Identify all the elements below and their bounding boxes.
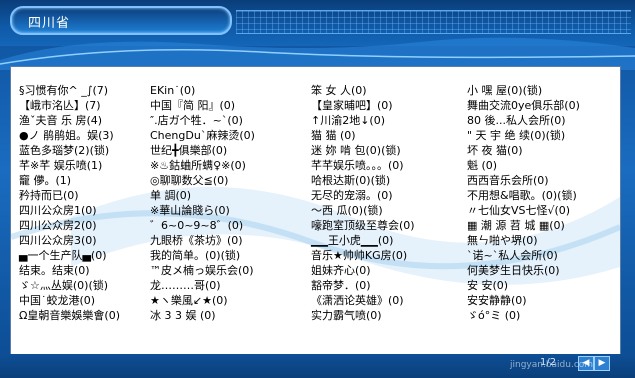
room-item[interactable]: 冰 3 3 娱 (0) bbox=[146, 308, 303, 323]
room-item[interactable]: 嚎跑室顶级至尊会(0) bbox=[303, 218, 459, 233]
room-item[interactable]: 我的简单。(0)(锁) bbox=[146, 248, 303, 263]
room-item[interactable]: 【皇家晡吧】(0) bbox=[303, 98, 459, 113]
room-item[interactable]: 豁帝梦．(0) bbox=[303, 278, 459, 293]
room-item[interactable]: ※♨鈷蛐所螨♀※(0) bbox=[146, 158, 303, 173]
room-item[interactable]: ゛6~0~9~8゛(0) bbox=[146, 218, 303, 233]
room-item[interactable]: ●ノ 鹃鹃姐。娱(3) bbox=[11, 128, 146, 143]
room-item[interactable]: EKin˙(0) bbox=[146, 83, 303, 98]
room-item[interactable]: 小 嘿 屋(0)(锁) bbox=[459, 83, 620, 98]
room-item[interactable]: 四川公众房2(0) bbox=[11, 218, 146, 233]
room-list: §习惯有你^ _∫(7) EKin˙(0) 笨 女 人(0) 小 嘿 屋(0)(锁) 【… bbox=[11, 83, 620, 341]
room-item[interactable]: 芊※芊 娱乐喷(1) bbox=[11, 158, 146, 173]
room-item[interactable]: ▄一个生产队▄(0) bbox=[11, 248, 146, 263]
room-item[interactable]: 不用想&唱歌。(0)(锁) bbox=[459, 188, 620, 203]
room-item[interactable]: ™皮メ楠っ娱乐会(0) bbox=[146, 263, 303, 278]
room-item[interactable]: 龙………哥(0) bbox=[146, 278, 303, 293]
room-item[interactable]: 中国˙蛟龙港(0) bbox=[11, 293, 146, 308]
room-item[interactable]: ◎聊聊数父≦(0) bbox=[146, 173, 303, 188]
watermark-url: jingyan.baidu.com bbox=[510, 360, 594, 370]
room-item[interactable]: 《潇洒论英雄》(0) bbox=[303, 293, 459, 308]
room-item[interactable]: 魁 (0) bbox=[459, 158, 620, 173]
room-item[interactable]: ゞó°ミ (0) bbox=[459, 308, 620, 323]
room-item[interactable]: §习惯有你^ _∫(7) bbox=[11, 83, 146, 98]
room-item[interactable]: 坏 夜 猫(0) bbox=[459, 143, 620, 158]
room-item[interactable]: `诺~`私人会所(0) bbox=[459, 248, 620, 263]
room-item[interactable]: 笨 女 人(0) bbox=[303, 83, 459, 98]
arrow-right-icon[interactable]: ▶ bbox=[594, 356, 610, 371]
room-item[interactable]: 何美梦生日快乐(0) bbox=[459, 263, 620, 278]
room-item[interactable]: ▦ 潮 源 苕 城 ▦(0) bbox=[459, 218, 620, 233]
room-item[interactable]: 渔ˇ夫音 乐 房(4) bbox=[11, 113, 146, 128]
room-item[interactable]: 单 調(0) bbox=[146, 188, 303, 203]
room-item[interactable]: 中国『简 阳』(0) bbox=[146, 98, 303, 113]
room-item[interactable]: 蓝色多瑙梦(2)(锁) bbox=[11, 143, 146, 158]
room-item[interactable]: 猫 猫 (0) bbox=[303, 128, 459, 143]
room-item[interactable]: Ω皇朝音樂娛樂會(0) bbox=[11, 308, 146, 323]
room-item[interactable]: ↑川渝2地↓(0) bbox=[303, 113, 459, 128]
room-item[interactable]: 80 後...私人会所(0) bbox=[459, 113, 620, 128]
room-item[interactable]: ★ヽ樂風↙★(0) bbox=[146, 293, 303, 308]
window-title: 四川省 bbox=[28, 16, 71, 31]
room-item[interactable]: ※華山論賤ら(0) bbox=[146, 203, 303, 218]
room-item[interactable]: 九眼桥《茶坊》(0) bbox=[146, 233, 303, 248]
room-item[interactable]: 四川公众房3(0) bbox=[11, 233, 146, 248]
room-item[interactable]: 舞曲交流0ye俱乐部(0) bbox=[459, 98, 620, 113]
room-item[interactable]: ChengDu`麻辣烫(0) bbox=[146, 128, 303, 143]
room-item[interactable]: 音乐★帅帅KG房(0) bbox=[303, 248, 459, 263]
room-item[interactable]: ″.店ガ个牲．~`(0) bbox=[146, 113, 303, 128]
room-item[interactable]: ゞ☆灬丛娱(0)(锁) bbox=[11, 278, 146, 293]
room-item[interactable]: 矜持而已(0) bbox=[11, 188, 146, 203]
room-item[interactable]: 迷 妳 啃 包(0)(锁) bbox=[303, 143, 459, 158]
room-item[interactable]: 芊芊娱乐喷。。。(0) bbox=[303, 158, 459, 173]
room-item[interactable]: 西西音乐会所(0) bbox=[459, 173, 620, 188]
room-item[interactable]: 安安静静(0) bbox=[459, 293, 620, 308]
room-item[interactable]: 安 安(0) bbox=[459, 278, 620, 293]
room-item[interactable]: 实力霸气喷(0) bbox=[303, 308, 459, 323]
header-wave-decoration bbox=[0, 37, 635, 70]
room-item[interactable]: ▁▁王小虎▁▁(0) bbox=[303, 233, 459, 248]
room-item[interactable]: 竉 儚。(1) bbox=[11, 173, 146, 188]
room-item[interactable]: 无尽的宠溺。(0) bbox=[303, 188, 459, 203]
room-item[interactable]: 無ㄣ啪や堺(0) bbox=[459, 233, 620, 248]
room-item[interactable]: 结束。结束(0) bbox=[11, 263, 146, 278]
room-item[interactable]: 〜西 瓜(0)(锁) bbox=[303, 203, 459, 218]
room-item[interactable]: " 天 宇 绝 续(0)(锁) bbox=[459, 128, 620, 143]
room-item[interactable]: 世纪╋俱樂部(0) bbox=[146, 143, 303, 158]
room-item[interactable]: 姐妹齐心(0) bbox=[303, 263, 459, 278]
room-item[interactable]: 四川公众房1(0) bbox=[11, 203, 146, 218]
room-item[interactable]: 【峨市洺亾】(7) bbox=[11, 98, 146, 113]
room-list-panel: §习惯有你^ _∫(7) EKin˙(0) 笨 女 人(0) 小 嘿 屋(0)(锁) 【… bbox=[10, 66, 621, 356]
room-item[interactable]: 〃七仙女VS七怪√(0) bbox=[459, 203, 620, 218]
room-item[interactable]: 哈根达斯(0)(锁) bbox=[303, 173, 459, 188]
